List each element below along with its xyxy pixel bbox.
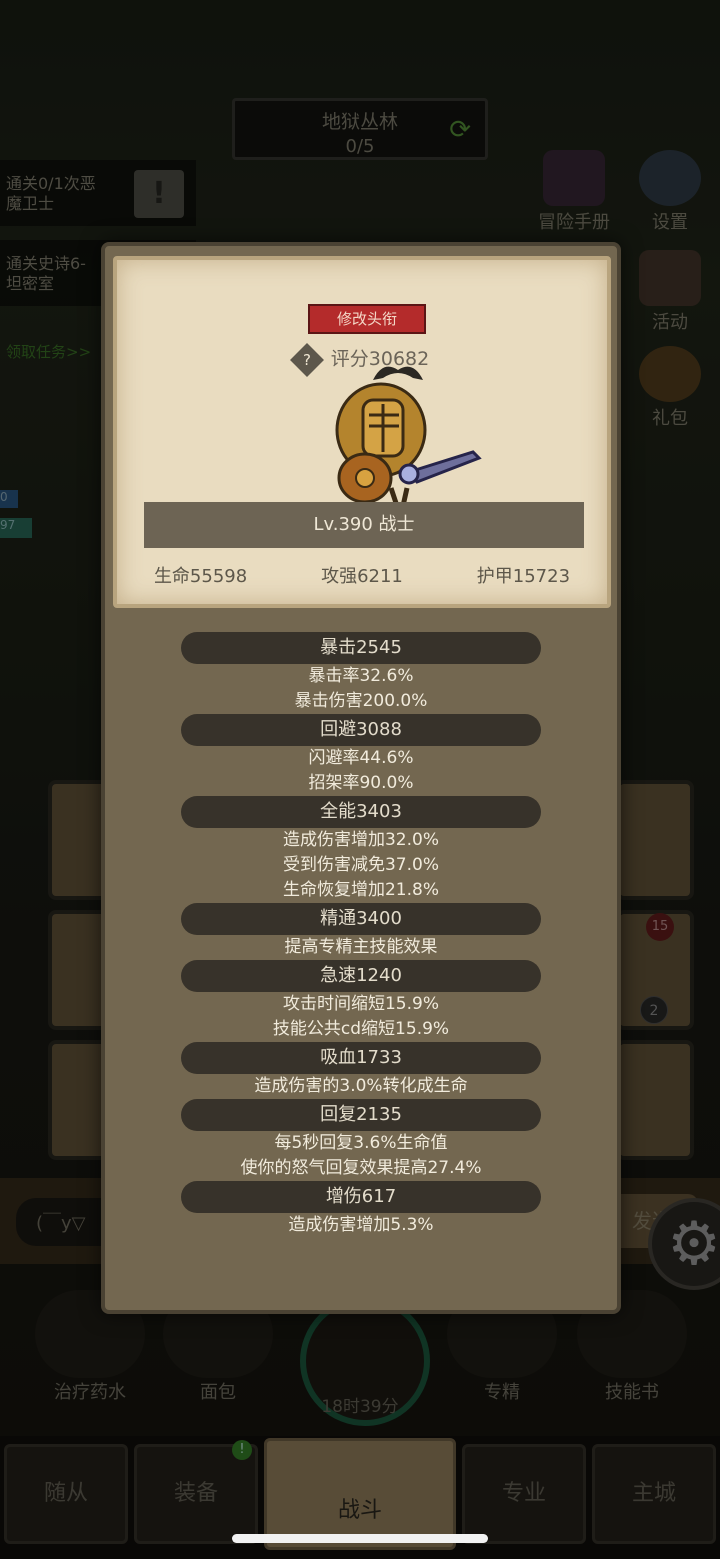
hp-stat: 生命55598 <box>153 566 248 587</box>
stat-header-haste: 急速1240 <box>181 960 541 992</box>
hero-card: 修改头衔 ? 评分30682 Lv.390 战士 生命55598 攻强6211 护… <box>113 256 611 608</box>
character-stats-panel: 修改头衔 ? 评分30682 Lv.390 战士 生命55598 攻强6211 护… <box>101 242 621 1314</box>
stat-detail: 使你的怒气回复效果提高27.4% <box>240 1158 482 1178</box>
stat-header-crit: 暴击2545 <box>181 632 541 664</box>
stat-detail: 造成伤害的3.0%转化成生命 <box>254 1076 468 1096</box>
edit-title-button[interactable]: 修改头衔 <box>308 304 426 334</box>
stat-detail: 攻击时间缩短15.9% <box>282 994 439 1014</box>
stat-detail: 提高专精主技能效果 <box>284 937 438 957</box>
stat-detail: 闪避率44.6% <box>308 748 414 768</box>
stat-detail: 受到伤害减免37.0% <box>282 855 439 875</box>
home-indicator[interactable] <box>232 1534 488 1543</box>
warrior-avatar <box>335 366 482 507</box>
stat-header-regen: 回复2135 <box>181 1099 541 1131</box>
stat-header-mastery: 精通3400 <box>181 903 541 935</box>
main-stats: 生命55598 攻强6211 护甲15723 <box>117 562 607 588</box>
stat-detail: 每5秒回复3.6%生命值 <box>274 1133 448 1153</box>
stat-detail: 暴击率32.6% <box>308 666 414 686</box>
stat-detail: 技能公共cd缩短15.9% <box>272 1019 450 1039</box>
stat-detail: 暴击伤害200.0% <box>294 691 428 711</box>
stat-header-damage-bonus: 增伤617 <box>181 1181 541 1213</box>
stat-header-avoidance: 回避3088 <box>181 714 541 746</box>
stat-detail: 造成伤害增加32.0% <box>282 830 439 850</box>
secondary-stats-list: 暴击2545 暴击率32.6% 暴击伤害200.0% 回避3088 闪避率44.… <box>105 632 617 1238</box>
stat-header-leech: 吸血1733 <box>181 1042 541 1074</box>
armor-stat: 护甲15723 <box>476 566 571 587</box>
stat-detail: 招架率90.0% <box>308 773 414 793</box>
stat-detail: 造成伤害增加5.3% <box>288 1215 434 1235</box>
level-class-bar: Lv.390 战士 <box>144 502 584 548</box>
stat-detail: 生命恢复增加21.8% <box>282 880 439 900</box>
stat-header-versatility: 全能3403 <box>181 796 541 828</box>
attack-stat: 攻强6211 <box>321 566 403 587</box>
